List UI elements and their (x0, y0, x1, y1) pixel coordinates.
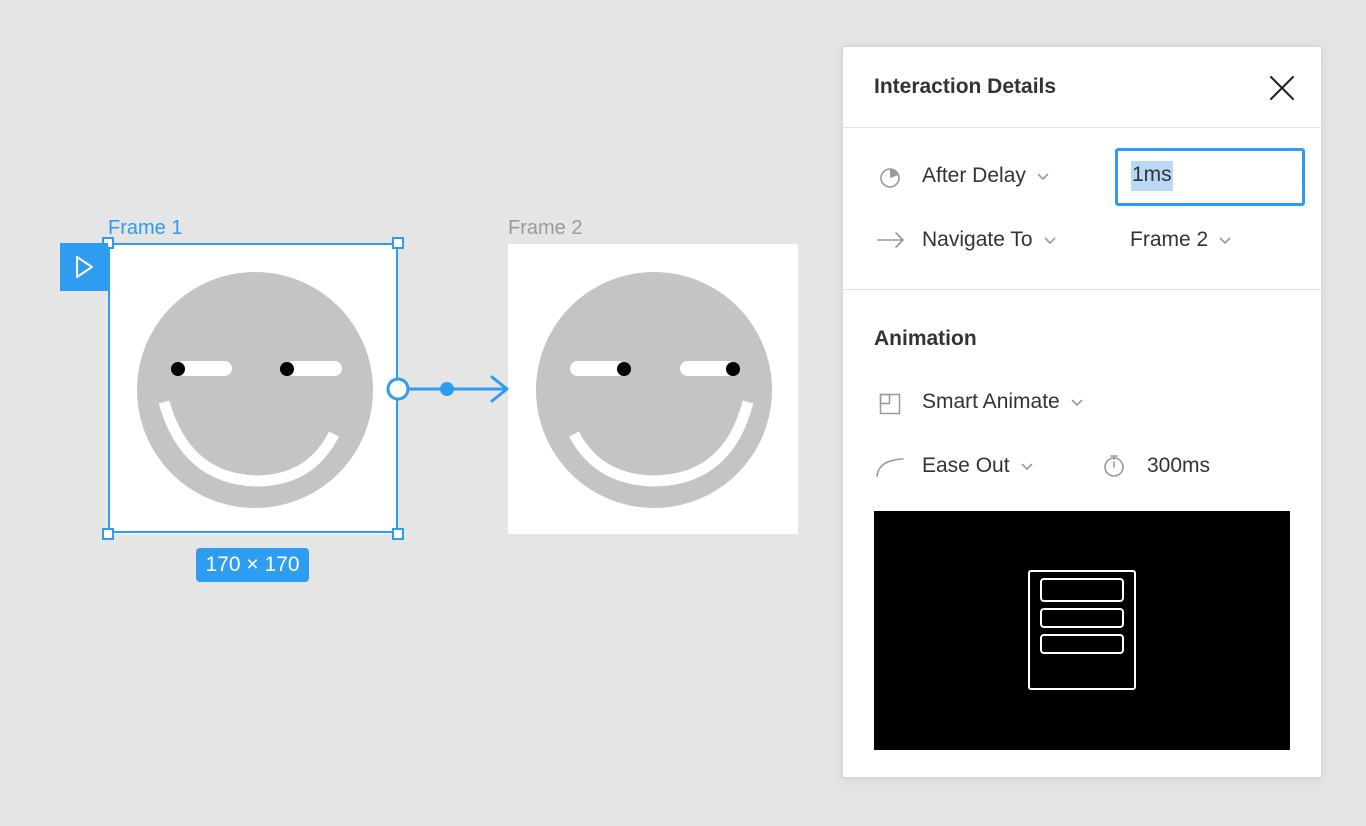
ease-curve-icon (876, 458, 904, 477)
easing-dropdown[interactable]: Ease Out (922, 454, 1034, 478)
chevron-down-icon (1043, 237, 1056, 245)
action-label: Navigate To (922, 228, 1033, 251)
trigger-dropdown[interactable]: After Delay (922, 164, 1050, 188)
smiley-face-illustration (536, 272, 772, 508)
resize-handle-bottom-left[interactable] (102, 528, 114, 540)
size-badge: 170 × 170 (196, 548, 309, 582)
chevron-down-icon (1071, 399, 1083, 407)
preview-frame-illustration (1028, 570, 1136, 690)
animation-label: Smart Animate (922, 390, 1060, 413)
action-dropdown[interactable]: Navigate To (922, 228, 1057, 252)
resize-handle-top-right[interactable] (392, 237, 404, 249)
panel-title: Interaction Details (874, 75, 1057, 98)
trigger-label: After Delay (922, 164, 1026, 187)
duration-value: 300ms (1147, 454, 1211, 477)
chevron-down-icon (1037, 173, 1049, 181)
chevron-down-icon (1219, 237, 1231, 245)
divider (843, 289, 1321, 290)
animation-preview (874, 511, 1290, 750)
animation-section-title: Animation (874, 327, 977, 350)
frame-1-label[interactable]: Frame 1 (108, 216, 182, 240)
prototype-connection[interactable] (380, 370, 516, 410)
easing-label: Ease Out (922, 454, 1010, 477)
resize-handle-bottom-right[interactable] (392, 528, 404, 540)
timer-icon (880, 168, 900, 188)
destination-label: Frame 2 (1130, 228, 1209, 251)
selection-outline (108, 243, 398, 533)
smart-animate-icon (879, 393, 901, 415)
chevron-down-icon (1020, 463, 1033, 471)
frame-2[interactable] (508, 244, 798, 534)
stopwatch-icon (1104, 455, 1124, 477)
frame-2-label[interactable]: Frame 2 (508, 216, 582, 240)
duration-input[interactable]: 300ms (1147, 454, 1210, 478)
close-icon (1270, 76, 1294, 100)
flow-starting-point-button[interactable] (60, 243, 108, 291)
connection-node[interactable] (386, 377, 410, 401)
connection-midpoint[interactable] (440, 382, 454, 396)
animation-dropdown[interactable]: Smart Animate (922, 390, 1084, 414)
arrow-right-icon (877, 232, 904, 248)
divider (843, 127, 1321, 128)
play-icon (76, 256, 93, 278)
interaction-details-panel: Interaction Details After Delay 1ms Navi… (842, 46, 1322, 778)
delay-value: 1ms (1132, 163, 1172, 186)
close-button[interactable] (1267, 73, 1297, 103)
destination-dropdown[interactable]: Frame 2 (1130, 228, 1232, 252)
